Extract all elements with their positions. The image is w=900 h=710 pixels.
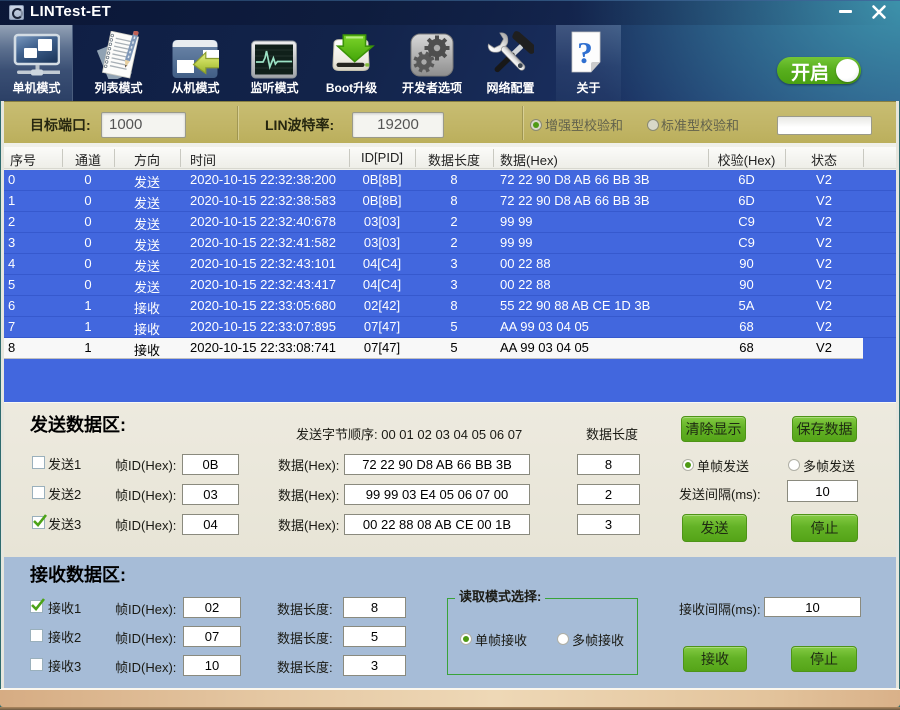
svg-text:?: ?	[577, 35, 593, 70]
